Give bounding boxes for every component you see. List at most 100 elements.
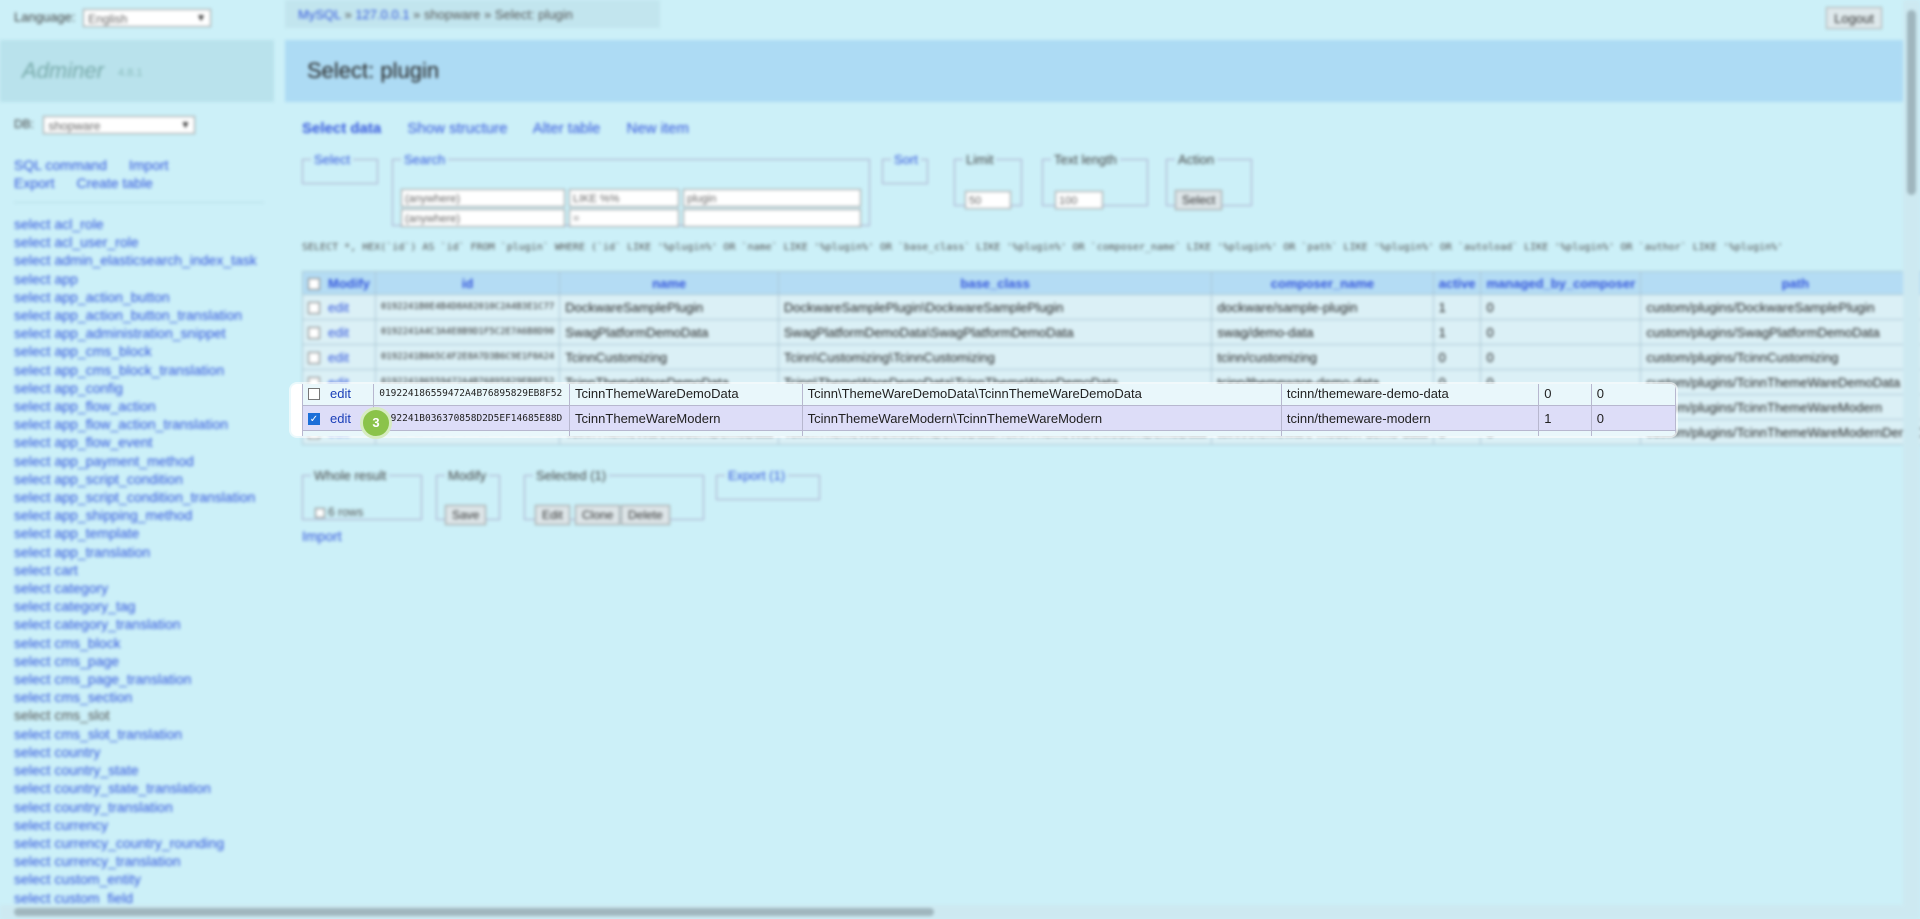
managed-cell[interactable]: 0 <box>1480 294 1642 320</box>
breadcrumb-db[interactable]: shopware <box>424 7 480 22</box>
managed-cell[interactable]: 0 <box>1590 430 1676 436</box>
row-checkbox[interactable] <box>308 327 320 340</box>
row-checkbox[interactable] <box>308 352 320 365</box>
id-cell[interactable]: 0192241B0A5C4F2E8A7D3B6C9E1F0A24 <box>374 344 561 370</box>
path-cell[interactable]: custom/plugins/TcinnThemeWareModern <box>1640 394 1920 420</box>
breadcrumb-host[interactable]: 127.0.0.1 <box>355 7 409 22</box>
sidebar-table-link[interactable]: select cms_block <box>14 634 272 652</box>
sidebar-table-link[interactable]: select app_action_button <box>14 288 272 306</box>
sidebar-table-link[interactable]: select custom_field <box>14 889 272 907</box>
header-active[interactable]: active <box>1432 271 1482 295</box>
base-class-cell[interactable]: Tcinn\ThemeWareModernDemoData\TcinnTheme… <box>801 430 1282 436</box>
id-cell[interactable]: 019224186559472A4B76895829EB8F52 <box>373 384 571 406</box>
managed-cell[interactable]: 0 <box>1480 319 1642 345</box>
active-cell[interactable]: 0 <box>1432 344 1482 370</box>
row-checkbox[interactable] <box>308 302 320 315</box>
composer-name-cell[interactable]: tcinn/themeware-modern <box>1280 405 1540 431</box>
path-cell[interactable]: custom/plugins/TcinnThemeWareDemoData <box>1640 369 1920 395</box>
sidebar-table-link[interactable]: select cms_section <box>14 688 272 706</box>
composer-name-cell[interactable]: dockware/sample-plugin <box>1211 294 1434 320</box>
sidebar-table-link[interactable]: select admin_elasticsearch_index_task <box>14 251 272 269</box>
import-bottom-link[interactable]: Import <box>302 528 342 544</box>
tab-select-data[interactable]: Select data <box>302 120 381 137</box>
search-value-input-1[interactable]: plugin <box>683 189 861 207</box>
sidebar-table-link[interactable]: select category_translation <box>14 615 272 633</box>
export-link[interactable]: Export <box>14 175 54 191</box>
sidebar-table-link[interactable]: select app_flow_action <box>14 397 272 415</box>
sidebar-table-link[interactable]: select cms_slot <box>14 706 272 724</box>
select-all-checkbox[interactable] <box>308 278 320 291</box>
base-class-cell[interactable]: Tcinn\Customizing\TcinnCustomizing <box>777 344 1213 370</box>
create-table-link[interactable]: Create table <box>76 175 152 191</box>
search-column-select-1[interactable]: (anywhere) <box>401 189 565 207</box>
composer-name-cell[interactable]: tcinn/themeware-demo-data <box>1280 384 1540 406</box>
search-column-select-2[interactable]: (anywhere) <box>401 209 565 227</box>
header-base-class[interactable]: base_class <box>777 271 1213 295</box>
edit-link[interactable]: edit <box>328 300 349 315</box>
search-legend[interactable]: Search <box>401 152 448 167</box>
horizontal-scroll-thumb[interactable] <box>14 908 934 916</box>
sidebar-table-link[interactable]: select app_cms_block <box>14 342 272 360</box>
sidebar-table-link[interactable]: select acl_role <box>14 215 272 233</box>
sidebar-table-link[interactable]: select app_script_condition_translation <box>14 488 272 506</box>
clone-button[interactable]: Clone <box>575 505 621 525</box>
sidebar-table-link[interactable]: select custom_entity <box>14 870 272 888</box>
import-link[interactable]: Import <box>129 157 169 173</box>
sql-command-link[interactable]: SQL command <box>14 157 107 173</box>
search-operator-select-1[interactable]: LIKE %% <box>569 189 679 207</box>
sidebar-table-link[interactable]: select app_flow_event <box>14 433 272 451</box>
sidebar-table-link[interactable]: select app_translation <box>14 543 272 561</box>
path-cell[interactable]: custom/plugins/DockwareSamplePlugin <box>1640 294 1920 320</box>
sidebar-table-link[interactable]: select app_cms_block_translation <box>14 361 272 379</box>
brand-name[interactable]: Adminer <box>22 58 104 84</box>
header-managed-by-composer[interactable]: managed_by_composer <box>1480 271 1642 295</box>
sidebar-table-link[interactable]: select cms_slot_translation <box>14 725 272 743</box>
vertical-scrollbar[interactable] <box>1903 0 1920 905</box>
header-id[interactable]: id <box>374 271 561 295</box>
base-class-cell[interactable]: DockwareSamplePlugin\DockwareSamplePlugi… <box>777 294 1213 320</box>
sidebar-table-link[interactable]: select cart <box>14 561 272 579</box>
edit-link[interactable]: edit <box>330 386 351 401</box>
name-cell[interactable]: DockwareSamplePlugin <box>559 294 779 320</box>
sidebar-table-link[interactable]: select app <box>14 270 272 288</box>
search-operator-select-2[interactable]: = <box>569 209 679 227</box>
sidebar-table-link[interactable]: select currency_country_rounding <box>14 834 272 852</box>
name-cell[interactable]: SwagPlatformDemoData <box>559 319 779 345</box>
text-length-input[interactable]: 100 <box>1055 191 1103 209</box>
sort-legend[interactable]: Sort <box>891 152 921 167</box>
sidebar-table-link[interactable]: select app_administration_snippet <box>14 324 272 342</box>
sidebar-table-link[interactable]: select country_state_translation <box>14 779 272 797</box>
search-value-input-2[interactable] <box>683 209 861 227</box>
sidebar-table-link[interactable]: select app_payment_method <box>14 452 272 470</box>
base-class-cell[interactable]: SwagPlatformDemoData\SwagPlatformDemoDat… <box>777 319 1213 345</box>
name-cell[interactable]: TcinnThemeWareModernDemoData <box>569 430 803 436</box>
header-path[interactable]: path <box>1640 271 1920 295</box>
sidebar-table-link[interactable]: select category <box>14 579 272 597</box>
tab-show-structure[interactable]: Show structure <box>407 120 507 137</box>
sidebar-table-link[interactable]: select app_action_button_translation <box>14 306 272 324</box>
name-cell[interactable]: TcinnThemeWareModern <box>569 405 803 431</box>
sidebar-table-link[interactable]: select currency <box>14 816 272 834</box>
sidebar-table-link[interactable]: select cms_page <box>14 652 272 670</box>
tab-new-item[interactable]: New item <box>627 120 690 137</box>
sidebar-table-link[interactable]: select country <box>14 743 272 761</box>
whole-result-checkbox[interactable] <box>315 507 325 518</box>
edit-link[interactable]: edit <box>330 411 351 426</box>
sidebar-table-link[interactable]: select app_template <box>14 524 272 542</box>
id-cell[interactable]: 0192241B037273750A1100B9A6F5A022 <box>373 430 571 436</box>
row-checkbox-checked[interactable]: ✓ <box>308 413 320 426</box>
id-cell[interactable]: 0192241A4C3A4E8B9D1F5C2E7A6B8D90 <box>374 319 561 345</box>
base-class-cell[interactable]: Tcinn\ThemeWareDemoData\TcinnThemeWareDe… <box>801 384 1282 406</box>
active-cell[interactable]: 1 <box>1432 319 1482 345</box>
sidebar-table-link[interactable]: select category_tag <box>14 597 272 615</box>
language-select[interactable]: English ▼ <box>83 9 212 27</box>
composer-name-cell[interactable]: swag/demo-data <box>1211 319 1434 345</box>
breadcrumb-mysql[interactable]: MySQL <box>298 7 341 22</box>
limit-input[interactable]: 50 <box>965 191 1011 209</box>
sidebar-table-link[interactable]: select currency_translation <box>14 852 272 870</box>
edit-link[interactable]: edit <box>328 325 349 340</box>
brand-version[interactable]: 4.8.1 <box>118 67 142 79</box>
header-name[interactable]: name <box>559 271 779 295</box>
horizontal-scrollbar[interactable] <box>0 905 1920 919</box>
delete-button[interactable]: Delete <box>621 505 670 525</box>
